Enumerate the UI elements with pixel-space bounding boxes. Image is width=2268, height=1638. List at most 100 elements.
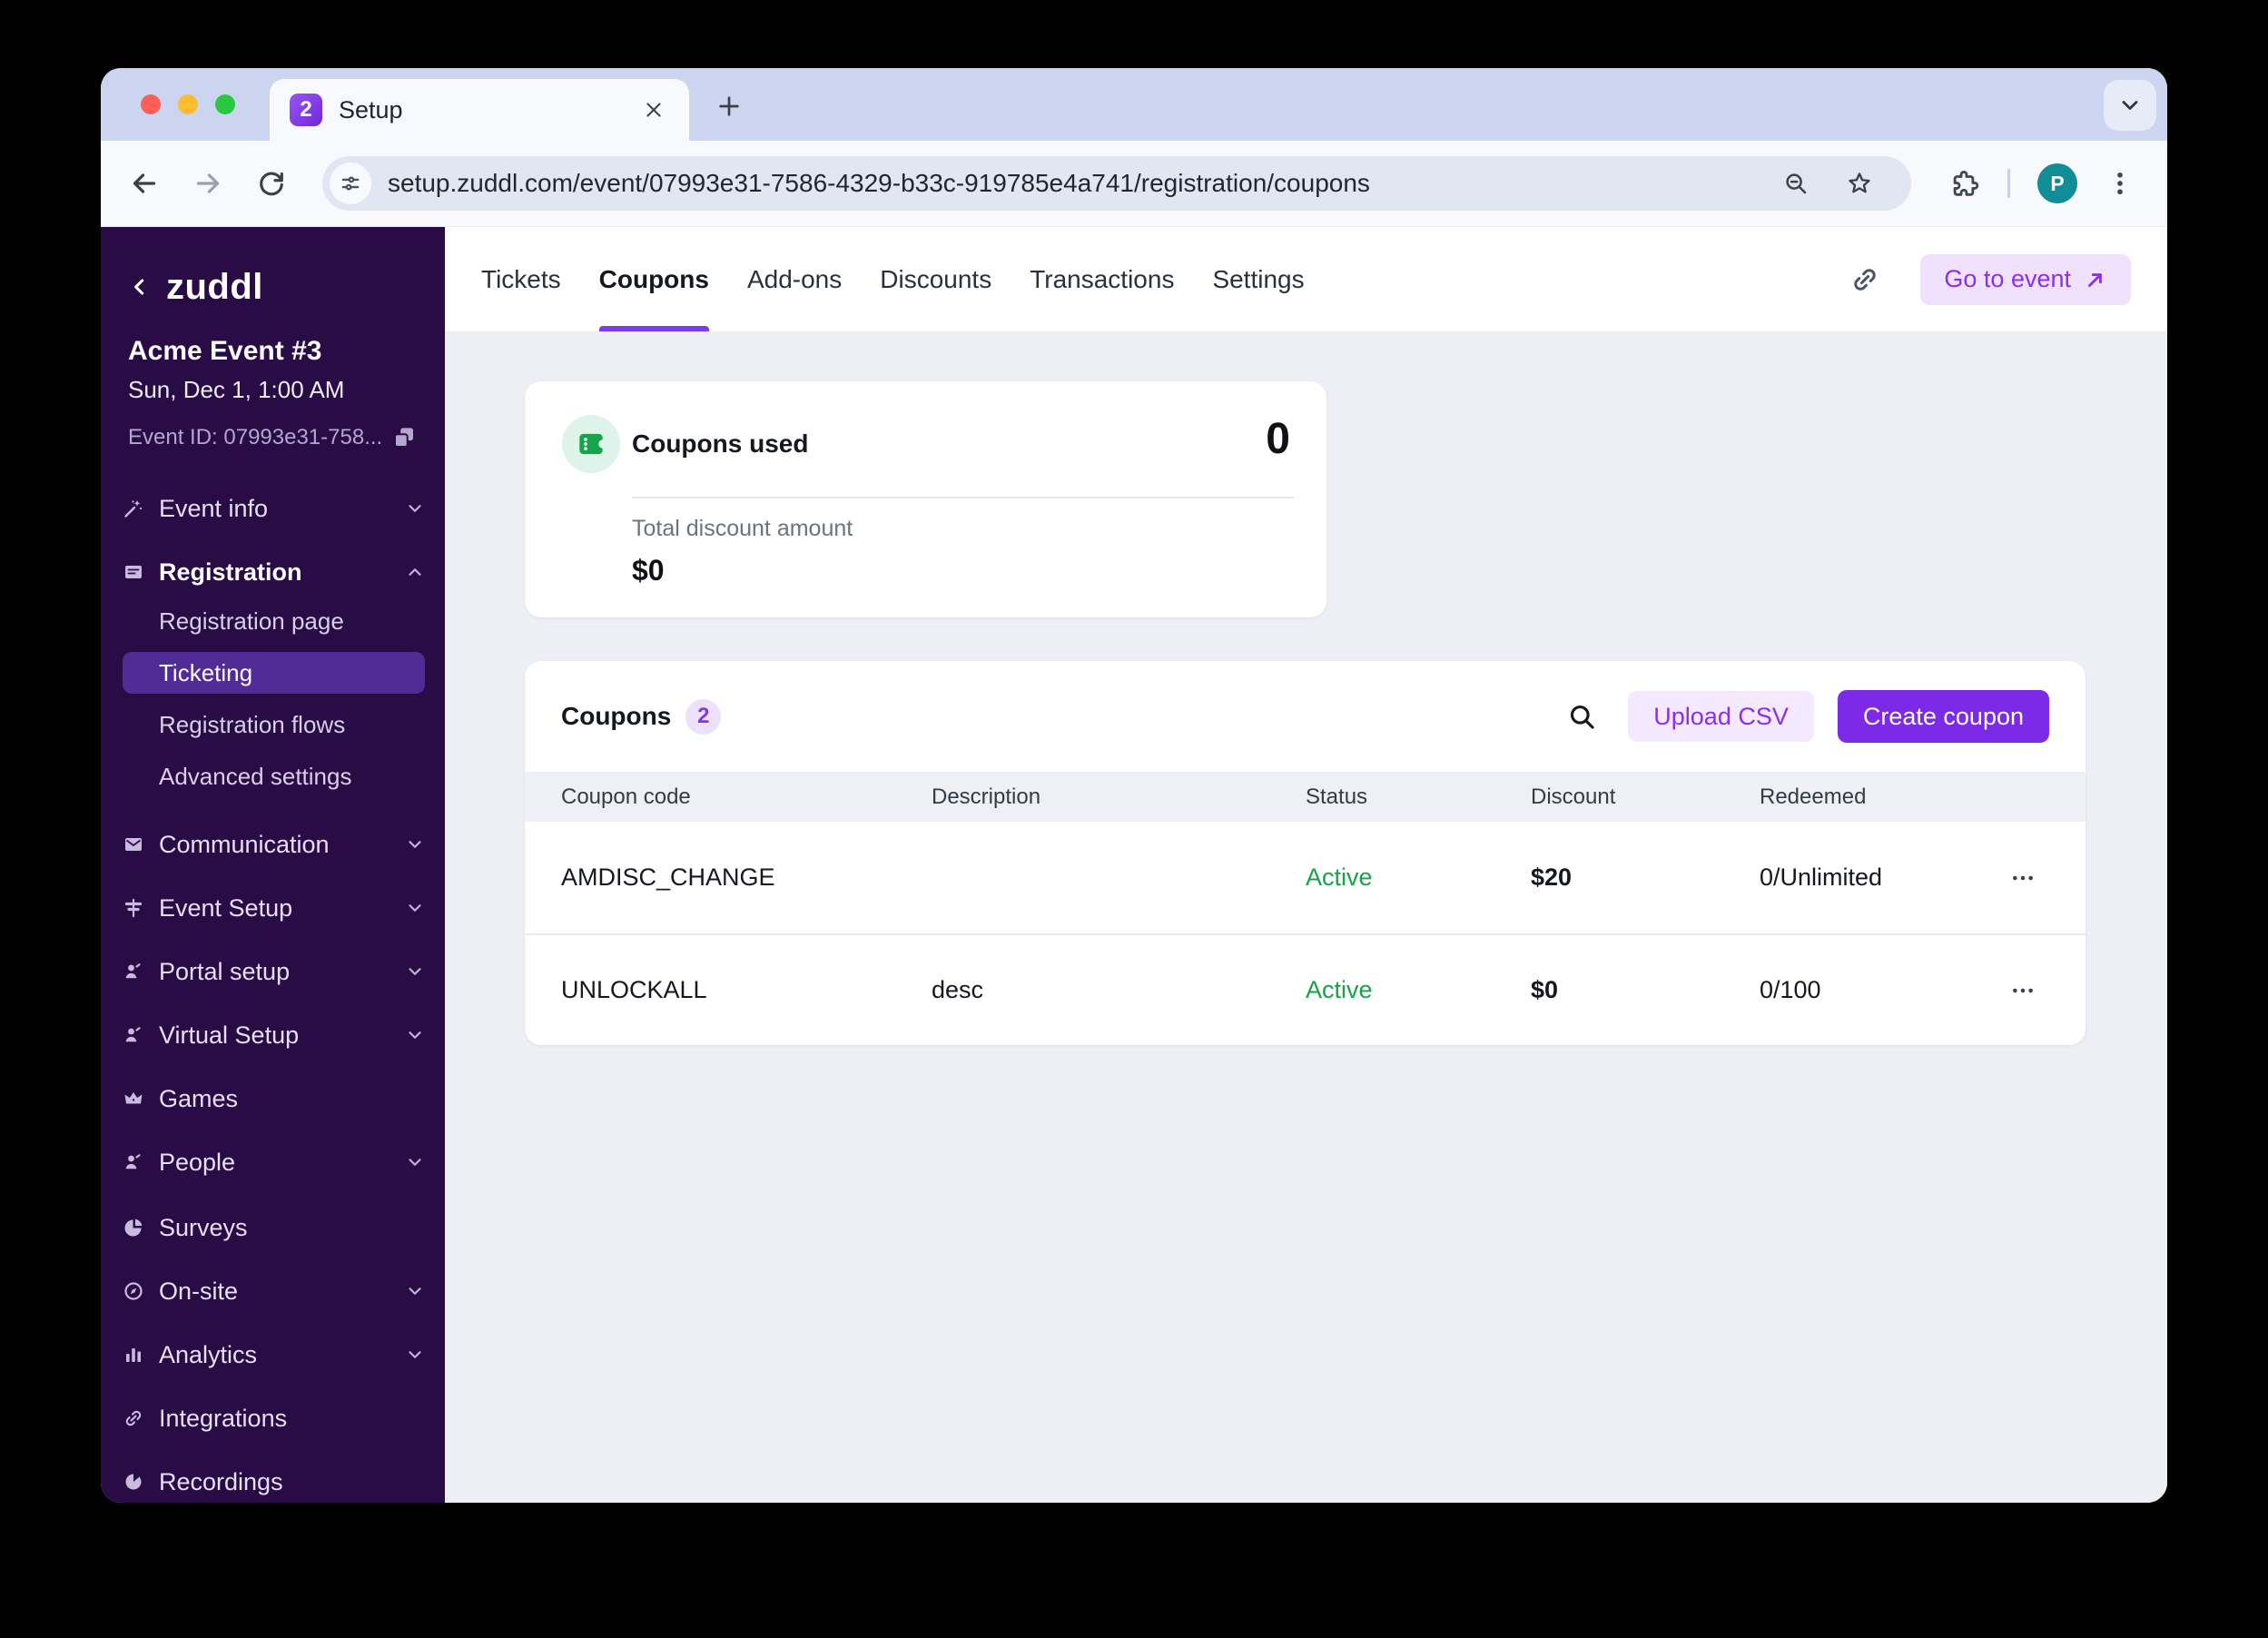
sidebar-item-portal-setup[interactable]: Portal setup	[123, 951, 425, 992]
sidebar-item-analytics[interactable]: Analytics	[123, 1334, 425, 1376]
sidebar-item-registration-flows[interactable]: Registration flows	[123, 704, 425, 745]
zuddl-favicon-icon: 2	[290, 94, 322, 126]
sidebar-item-surveys[interactable]: Surveys	[123, 1207, 425, 1248]
logo-row[interactable]: zuddl	[128, 265, 419, 309]
sidebar-item-label: Event Setup	[159, 894, 292, 923]
forward-button[interactable]	[190, 165, 226, 202]
sidebar-item-label: Games	[159, 1085, 238, 1113]
browser-tab[interactable]: 2 Setup	[270, 79, 689, 141]
bar-chart-icon	[123, 1344, 144, 1366]
chevron-left-icon[interactable]	[128, 275, 152, 299]
pie-chart-icon	[123, 1217, 144, 1238]
chevron-down-icon	[405, 962, 425, 982]
sidebar-item-games[interactable]: Games	[123, 1078, 425, 1120]
compass-icon	[123, 1280, 144, 1302]
site-info-icon[interactable]	[330, 163, 371, 204]
sidebar-item-recordings[interactable]: Recordings	[123, 1461, 425, 1503]
chevron-down-icon	[405, 498, 425, 518]
sidebar-item-label: Integrations	[159, 1405, 287, 1433]
sidebar-item-event-info[interactable]: Event info	[123, 488, 425, 529]
person-icon	[123, 1024, 144, 1046]
col-status: Status	[1306, 784, 1531, 810]
browser-menu-icon[interactable]	[2105, 168, 2135, 199]
chevron-down-icon	[405, 1025, 425, 1045]
sidebar-item-communication[interactable]: Communication	[123, 824, 425, 865]
tab-tickets[interactable]: Tickets	[481, 227, 561, 331]
zoom-out-icon[interactable]	[1782, 170, 1809, 197]
reload-button[interactable]	[253, 165, 290, 202]
sidebar-item-advanced-settings[interactable]: Advanced settings	[123, 755, 425, 797]
sidebar: zuddl Acme Event #3 Sun, Dec 1, 1:00 AM …	[101, 227, 445, 1503]
row-menu-icon[interactable]	[2008, 863, 2086, 893]
app-body: zuddl Acme Event #3 Sun, Dec 1, 1:00 AM …	[101, 227, 2167, 1503]
sidebar-item-virtual-setup[interactable]: Virtual Setup	[123, 1014, 425, 1056]
go-to-event-button[interactable]: Go to event	[1920, 254, 2131, 305]
sidebar-item-label: Event info	[159, 495, 268, 523]
sidebar-item-label: Analytics	[159, 1341, 257, 1369]
main-area: Tickets Coupons Add-ons Discounts Transa…	[445, 227, 2167, 1503]
coupons-table-card: Coupons 2 Upload CSV Create coupon Coupo…	[525, 661, 2086, 1045]
window-controls	[141, 94, 235, 114]
cell-discount: $20	[1531, 863, 1760, 892]
tab-coupons[interactable]: Coupons	[599, 227, 709, 331]
minimize-window-button[interactable]	[178, 94, 198, 114]
browser-toolbar: setup.zuddl.com/event/07993e31-7586-4329…	[101, 141, 2167, 227]
col-discount: Discount	[1531, 784, 1760, 810]
back-button[interactable]	[126, 165, 163, 202]
extensions-icon[interactable]	[1948, 167, 1980, 200]
maximize-window-button[interactable]	[215, 94, 235, 114]
tabs: Tickets Coupons Add-ons Discounts Transa…	[481, 227, 1305, 331]
wand-icon	[123, 498, 144, 519]
cell-discount: $0	[1531, 976, 1760, 1004]
address-bar[interactable]: setup.zuddl.com/event/07993e31-7586-4329…	[322, 156, 1911, 211]
create-coupon-button[interactable]: Create coupon	[1838, 690, 2049, 743]
sidebar-item-people[interactable]: People	[123, 1141, 425, 1183]
col-redeemed: Redeemed	[1760, 784, 2008, 810]
profile-avatar[interactable]: P	[2037, 163, 2077, 203]
stat-sub-label: Total discount amount	[632, 516, 853, 542]
mail-icon	[123, 834, 144, 855]
sidebar-item-on-site[interactable]: On-site	[123, 1270, 425, 1312]
copy-link-icon[interactable]	[1849, 264, 1880, 295]
sidebar-item-label: Surveys	[159, 1214, 248, 1242]
zuddl-logo: zuddl	[166, 267, 263, 308]
event-id: Event ID: 07993e31-758...	[128, 425, 382, 450]
tab-settings[interactable]: Settings	[1212, 227, 1304, 331]
sidebar-item-label: Communication	[159, 831, 330, 859]
close-window-button[interactable]	[141, 94, 161, 114]
search-icon[interactable]	[1566, 701, 1597, 732]
tab-add-ons[interactable]: Add-ons	[747, 227, 842, 331]
sidebar-item-event-setup[interactable]: Event Setup	[123, 887, 425, 929]
toolbar-right: P	[1948, 163, 2135, 203]
table-row[interactable]: AMDISC_CHANGE Active $20 0/Unlimited	[525, 822, 2086, 933]
upload-csv-button[interactable]: Upload CSV	[1628, 691, 1814, 742]
ticket-icon	[562, 415, 620, 473]
sidebar-item-label: Virtual Setup	[159, 1021, 299, 1050]
tab-search-chevron-button[interactable]	[2104, 80, 2156, 131]
new-tab-button[interactable]	[711, 88, 747, 124]
crown-icon	[123, 1088, 144, 1110]
url-text[interactable]: setup.zuddl.com/event/07993e31-7586-4329…	[388, 169, 1370, 198]
tab-close-icon[interactable]	[638, 94, 669, 125]
registration-card-icon	[123, 561, 144, 583]
recording-icon	[123, 1471, 144, 1493]
sidebar-item-label: Ticketing	[159, 659, 252, 687]
sidebar-item-registration[interactable]: Registration	[123, 551, 425, 593]
coupons-table-header: Coupons 2 Upload CSV Create coupon	[525, 661, 2086, 772]
chevron-down-icon	[405, 1152, 425, 1172]
copy-icon[interactable]	[390, 424, 418, 451]
bookmark-star-icon[interactable]	[1846, 170, 1873, 197]
tab-transactions[interactable]: Transactions	[1030, 227, 1174, 331]
sidebar-item-ticketing[interactable]: Ticketing	[123, 652, 425, 694]
chevron-down-icon	[405, 1281, 425, 1301]
row-menu-icon[interactable]	[2008, 976, 2086, 1005]
tab-title: Setup	[339, 96, 638, 124]
sidebar-item-registration-page[interactable]: Registration page	[123, 600, 425, 642]
sidebar-item-integrations[interactable]: Integrations	[123, 1397, 425, 1439]
sidebar-item-label: Registration	[159, 558, 302, 587]
external-arrow-icon	[2084, 268, 2107, 291]
cell-coupon-code: UNLOCKALL	[561, 976, 932, 1004]
table-row[interactable]: UNLOCKALL desc Active $0 0/100	[525, 933, 2086, 1045]
tab-discounts[interactable]: Discounts	[880, 227, 991, 331]
event-date: Sun, Dec 1, 1:00 AM	[128, 376, 419, 404]
